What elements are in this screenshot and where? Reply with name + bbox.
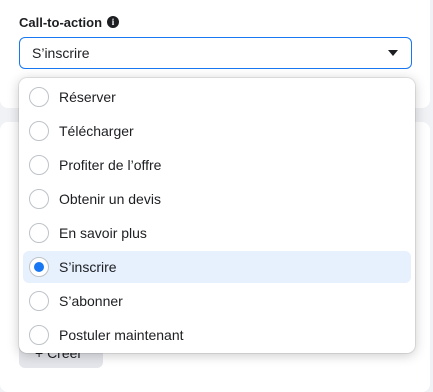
option-label: En savoir plus: [59, 225, 147, 241]
radio-icon[interactable]: [29, 155, 49, 175]
option-sabonner[interactable]: S’abonner: [23, 285, 411, 317]
info-icon[interactable]: i: [107, 16, 120, 28]
call-to-action-label-row: Call-to-action i: [19, 13, 120, 31]
option-label: Postuler maintenant: [59, 327, 184, 343]
option-label: S’abonner: [59, 293, 123, 309]
option-reserver[interactable]: Réserver: [23, 81, 411, 113]
radio-icon[interactable]: [29, 87, 49, 107]
call-to-action-select[interactable]: S’inscrire: [19, 37, 412, 69]
radio-selected-icon[interactable]: [29, 257, 49, 277]
radio-icon[interactable]: [29, 223, 49, 243]
call-to-action-label: Call-to-action: [19, 14, 103, 30]
option-sinscrire[interactable]: S’inscrire: [23, 251, 411, 283]
option-label: Obtenir un devis: [59, 191, 161, 207]
radio-icon[interactable]: [29, 189, 49, 209]
radio-icon[interactable]: [29, 121, 49, 141]
option-obtenir-un-devis[interactable]: Obtenir un devis: [23, 183, 411, 215]
option-postuler-maintenant[interactable]: Postuler maintenant: [23, 319, 411, 351]
caret-down-icon: [388, 50, 398, 56]
option-telecharger[interactable]: Télécharger: [23, 115, 411, 147]
radio-icon[interactable]: [29, 325, 49, 345]
radio-icon[interactable]: [29, 291, 49, 311]
option-en-savoir-plus[interactable]: En savoir plus: [23, 217, 411, 249]
option-label: Télécharger: [59, 123, 134, 139]
select-value: S’inscrire: [32, 45, 90, 61]
option-label: Réserver: [59, 89, 116, 105]
option-label: Profiter de l’offre: [59, 157, 162, 173]
option-label: S’inscrire: [59, 259, 117, 275]
call-to-action-dropdown: Réserver Télécharger Profiter de l’offre…: [19, 78, 415, 353]
option-profiter-de-loffre[interactable]: Profiter de l’offre: [23, 149, 411, 181]
